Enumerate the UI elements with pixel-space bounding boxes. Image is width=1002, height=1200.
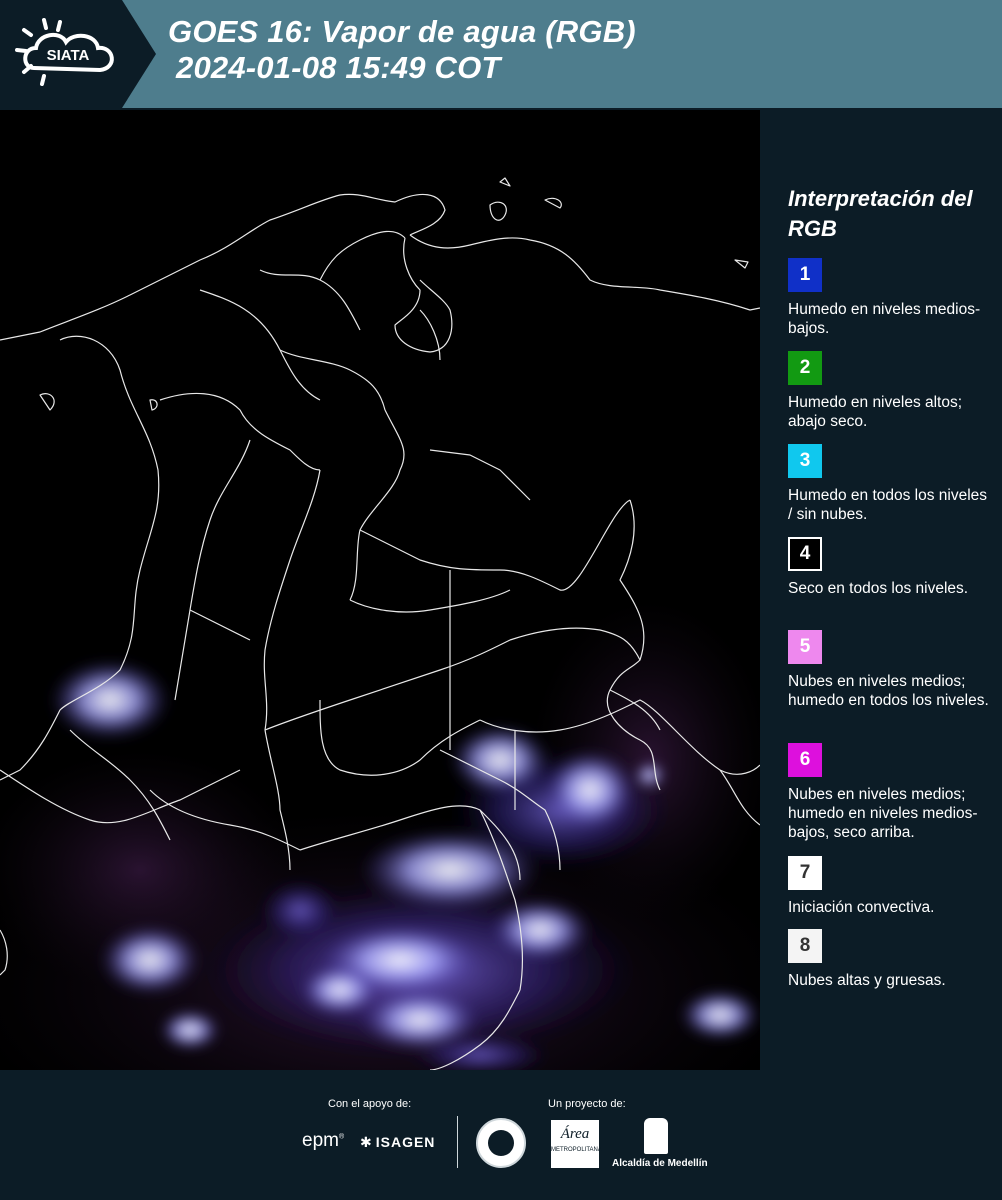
legend-item-3: 3 Humedo en todos los niveles / sin nubes… — [788, 444, 993, 524]
legend-item-2: 2 Humedo en niveles altos; abajo seco. — [788, 351, 993, 431]
legend-swatch-7: 7 — [788, 856, 822, 890]
antioquia-seal-logo — [476, 1118, 526, 1168]
page-title: GOES 16: Vapor de agua (RGB) 2024-01-08 … — [168, 14, 636, 86]
area-metro-text: Área — [560, 1126, 590, 1142]
legend-item-8: 8 Nubes altas y gruesas. — [788, 929, 993, 990]
legend-swatch-8: 8 — [788, 929, 822, 963]
legend-item-4: 4 Seco en todos los niveles. — [788, 537, 993, 598]
area-metropolitana-logo: Área METROPOLITANA — [551, 1120, 602, 1168]
legend-swatch-2: 2 — [788, 351, 822, 385]
legend-text-6: Nubes en niveles medios; humedo en nivel… — [788, 786, 978, 841]
footer-divider — [457, 1116, 458, 1168]
legend-panel: Interpretación del RGB 1 Humedo en nivele… — [760, 110, 1002, 1070]
legend-title: Interpretación del RGB — [788, 186, 973, 241]
isagen-logo-text: ISAGEN — [375, 1134, 436, 1150]
medellin-shield-icon — [644, 1118, 668, 1154]
legend-swatch-3: 3 — [788, 444, 822, 478]
legend-text-8: Nubes altas y gruesas. — [788, 972, 946, 989]
siata-logo: SIATA — [0, 0, 160, 108]
legend-swatch-5: 5 — [788, 630, 822, 664]
epm-logo: epm® — [302, 1130, 345, 1151]
legend-text-1: Humedo en niveles medios-bajos. — [788, 301, 981, 337]
legend-text-2: Humedo en niveles altos; abajo seco. — [788, 394, 963, 430]
header-bar: SIATA GOES 16: Vapor de agua (RGB) 2024-… — [0, 0, 1002, 108]
area-metro-sub-text: METROPOLITANA — [551, 1147, 602, 1153]
legend-swatch-4: 4 — [788, 537, 822, 571]
legend-item-1: 1 Humedo en niveles medios-bajos. — [788, 258, 993, 338]
legend-text-5: Nubes en niveles medios; humedo en todos… — [788, 673, 989, 709]
legend-text-7: Iniciación convectiva. — [788, 899, 935, 916]
alcaldia-medellin-text: Alcaldía de Medellín — [612, 1158, 708, 1169]
footer: Con el apoyo de: Un proyecto de: epm® ✱ I… — [0, 1070, 1002, 1200]
isagen-logo: ✱ ISAGEN — [360, 1134, 435, 1151]
legend-swatch-6: 6 — [788, 743, 822, 777]
legend-swatch-1: 1 — [788, 258, 822, 292]
siata-logo-text: SIATA — [47, 47, 90, 64]
epm-logo-text: epm — [302, 1130, 339, 1151]
support-label: Con el apoyo de: — [328, 1098, 412, 1110]
legend-item-6: 6 Nubes en niveles medios; humedo en nive… — [788, 743, 993, 842]
legend-text-4: Seco en todos los niveles. — [788, 580, 969, 597]
title-line-1: GOES 16: Vapor de agua (RGB) — [168, 14, 636, 49]
satellite-image — [0, 177, 760, 1070]
legend-item-5: 5 Nubes en niveles medios; humedo en todo… — [788, 630, 993, 710]
project-label: Un proyecto de: — [548, 1098, 626, 1110]
legend-text-3: Humedo en todos los niveles / sin nubes. — [788, 487, 988, 523]
isagen-star-icon: ✱ — [360, 1134, 373, 1150]
title-line-2: 2024-01-08 15:49 COT — [176, 50, 501, 85]
legend-item-7: 7 Iniciación convectiva. — [788, 856, 993, 917]
satellite-map — [0, 110, 760, 1070]
